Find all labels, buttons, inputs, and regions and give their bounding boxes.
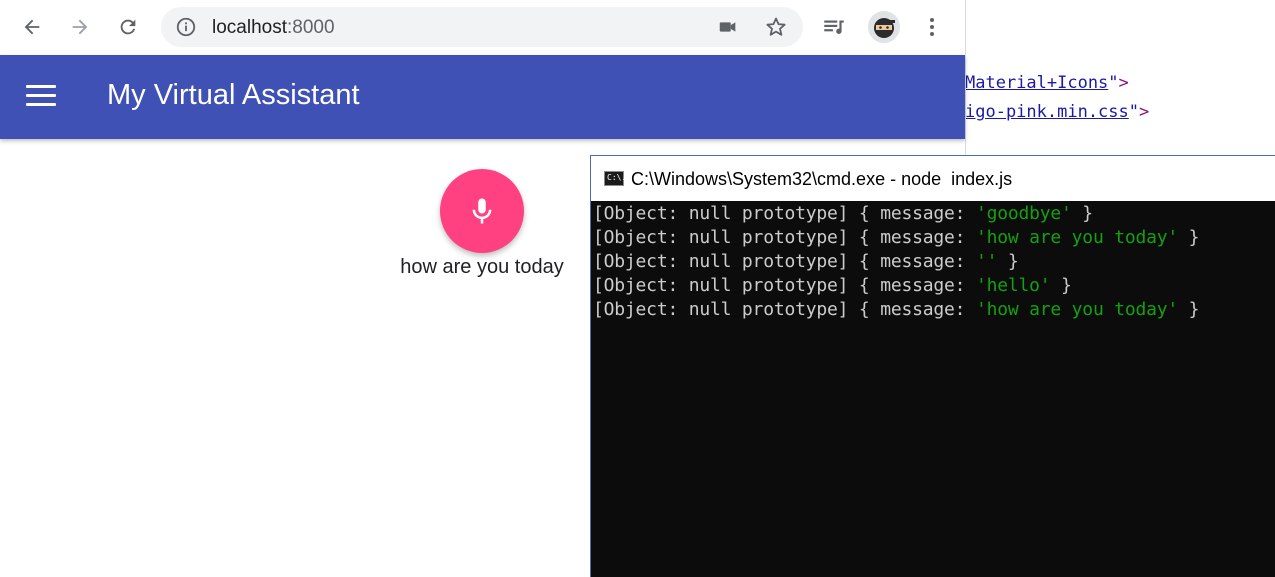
browser-menu-button[interactable] — [918, 13, 946, 41]
cmd-title: C:\Windows\System32\cmd.exe - node index… — [631, 169, 1013, 189]
media-control-button[interactable] — [820, 13, 848, 41]
forward-arrow-icon — [72, 19, 88, 35]
console-line: [Object: null prototype] { message: 'hel… — [593, 275, 1072, 296]
address-bar[interactable]: localhost:8000 — [161, 7, 803, 47]
console-line: [Object: null prototype] { message: 'how… — [593, 227, 1200, 248]
console-line: [Object: null prototype] { message: '' } — [593, 251, 1019, 272]
avatar[interactable] — [868, 11, 900, 43]
code-link[interactable]: igo-pink.min.css — [965, 102, 1129, 122]
back-arrow-icon — [24, 19, 40, 35]
mic-icon — [472, 198, 492, 224]
media-queue-icon — [824, 20, 844, 35]
cmd-window[interactable]: C:\. C:\Windows\System32\cmd.exe - node … — [590, 155, 1275, 577]
url-text: localhost:8000 — [212, 17, 335, 38]
camera-button[interactable] — [716, 15, 740, 39]
console-output[interactable]: [Object: null prototype] { message: 'goo… — [593, 202, 1273, 322]
mic-button[interactable] — [440, 169, 524, 253]
code-link[interactable]: Material+Icons — [965, 73, 1108, 93]
app-title: My Virtual Assistant — [107, 79, 360, 111]
ninja-avatar-icon — [868, 11, 900, 43]
code-line-2: igo-pink.min.css"> — [965, 102, 1150, 122]
more-vert-icon — [930, 18, 934, 36]
back-button[interactable] — [16, 11, 48, 43]
browser-toolbar: localhost:8000 — [0, 0, 965, 55]
cmd-icon: C:\. — [604, 171, 626, 186]
menu-icon[interactable] — [26, 85, 56, 109]
console-line: [Object: null prototype] { message: 'goo… — [593, 203, 1093, 224]
bookmark-button[interactable] — [764, 15, 788, 39]
star-icon — [766, 17, 786, 36]
app-header: My Virtual Assistant — [0, 55, 965, 139]
info-icon — [176, 17, 196, 37]
cmd-titlebar[interactable]: C:\. C:\Windows\System32\cmd.exe - node … — [591, 156, 1275, 201]
reload-button[interactable] — [112, 11, 144, 43]
transcript-text: how are you today — [400, 256, 564, 278]
code-line-1: Material+Icons"> — [965, 73, 1129, 93]
camera-icon — [719, 22, 736, 32]
forward-button[interactable] — [64, 11, 96, 43]
reload-icon — [120, 19, 136, 35]
console-line: [Object: null prototype] { message: 'how… — [593, 299, 1200, 320]
site-info-button[interactable] — [175, 16, 197, 38]
